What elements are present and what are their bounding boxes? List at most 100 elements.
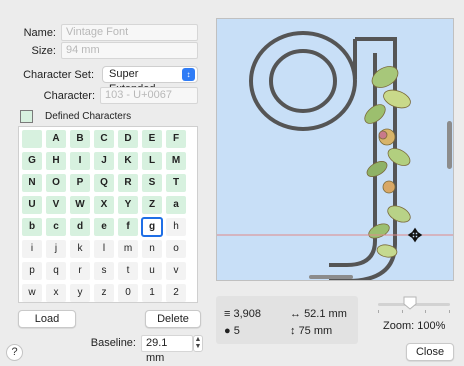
character-cell[interactable]: t [118,262,138,280]
baseline-stepper[interactable]: ▲ ▼ [193,335,203,352]
character-cell[interactable]: Z [142,196,162,214]
canvas-hscroll [309,275,353,279]
size-field[interactable]: 94 mm [61,42,198,59]
character-cell[interactable]: 1 [142,284,162,302]
character-cell[interactable]: e [94,218,114,236]
character-cell[interactable]: y [70,284,90,302]
stitch-count: 3,908 [233,308,262,320]
character-cell[interactable]: r [70,262,90,280]
character-cell[interactable]: c [46,218,66,236]
character-cell[interactable]: I [70,152,90,170]
character-cell[interactable]: D [118,130,138,148]
stats-panel: ≡ 3,908 ↔ 52.1 mm ● 5 ↕ 75 mm [216,296,358,344]
character-cell[interactable]: X [94,196,114,214]
character-cell[interactable]: x [46,284,66,302]
delete-button[interactable]: Delete [145,310,201,328]
character-cell[interactable]: M [166,152,186,170]
character-cell[interactable]: C [94,130,114,148]
leaf-decoration [364,66,411,258]
character-cell[interactable]: w [22,284,42,302]
character-label: Character: [43,90,95,102]
size-label: Size: [31,45,56,57]
character-cell[interactable]: J [94,152,114,170]
glyph-preview [217,31,453,280]
character-cell[interactable]: E [142,130,162,148]
help-button[interactable]: ? [6,344,23,361]
character-cell[interactable]: K [118,152,138,170]
name-label: Name: [23,27,56,39]
character-cell[interactable]: b [22,218,42,236]
character-cell[interactable]: a [166,196,186,214]
character-grid[interactable]: ABCDEF GHIJKLM NOPQRST UVWXYZa bcdefgh ijklmn… [18,126,198,303]
character-cell[interactable]: H [46,152,66,170]
character-cell[interactable]: T [166,174,186,192]
stitch-count-stat: ≡ 3,908 [224,308,261,320]
chevron-updown-icon: ↕ [182,68,195,81]
character-cell[interactable]: v [166,262,186,280]
zoom-ticks [378,310,450,314]
character-cell[interactable]: s [94,262,114,280]
character-cell[interactable]: V [46,196,66,214]
zoom-label: Zoom: 100% [383,320,446,332]
character-cell[interactable]: i [22,240,42,258]
glyph-g-outline [249,31,397,280]
character-cell[interactable]: n [142,240,162,258]
name-field[interactable]: Vintage Font [61,24,198,41]
width-arrow-icon: ↔ [290,308,301,320]
character-cell[interactable]: d [70,218,90,236]
character-cell[interactable]: G [22,152,42,170]
character-cell[interactable]: u [142,262,162,280]
grid-scrollbar[interactable] [189,127,197,302]
palette-icon: ● [224,325,231,337]
defined-swatch [20,110,33,123]
width-stat: ↔ 52.1 mm [290,308,347,320]
character-grid-cells: ABCDEF GHIJKLM NOPQRST UVWXYZa bcdefgh ijklmn… [19,130,186,302]
canvas-vscroll [447,121,452,169]
character-field[interactable]: 103 - U+0067 [100,87,198,104]
height-arrow-icon: ↕ [290,325,296,337]
baseline-field[interactable]: 29.1 mm [141,335,193,364]
load-button[interactable]: Load [18,310,76,328]
character-cell[interactable]: S [142,174,162,192]
character-cell[interactable]: 0 [118,284,138,302]
height-stat: ↕ 75 mm [290,325,332,337]
character-cell[interactable]: q [46,262,66,280]
defined-characters-label: Defined Characters [45,111,132,122]
character-cell[interactable]: Q [94,174,114,192]
character-cell[interactable]: B [70,130,90,148]
character-set-popup[interactable]: Super Extended ↕ [102,66,198,95]
preview-canvas[interactable] [216,18,454,281]
character-cell[interactable] [22,130,42,148]
character-cell[interactable]: Y [118,196,138,214]
character-cell[interactable]: f [118,218,138,236]
character-cell[interactable]: L [142,152,162,170]
character-cell[interactable]: h [166,218,186,236]
character-set-label: Character Set: [23,69,94,81]
move-cursor-icon [407,227,423,243]
character-cell[interactable]: O [46,174,66,192]
slider-thumb-icon [403,296,417,310]
character-cell[interactable]: P [70,174,90,192]
stitches-icon: ≡ [224,308,231,320]
character-cell[interactable]: 2 [166,284,186,302]
character-cell[interactable]: j [46,240,66,258]
character-cell[interactable]: U [22,196,42,214]
close-button[interactable]: Close [406,343,454,361]
character-cell[interactable]: k [70,240,90,258]
character-cell[interactable]: l [94,240,114,258]
character-cell[interactable]: F [166,130,186,148]
character-cell[interactable]: W [70,196,90,214]
baseline-label: Baseline: [90,337,136,349]
character-cell[interactable]: A [46,130,66,148]
character-cell[interactable]: g [141,217,163,237]
zoom-slider[interactable] [374,294,454,314]
character-cell[interactable]: p [22,262,42,280]
character-cell[interactable]: R [118,174,138,192]
character-cell[interactable]: N [22,174,42,192]
character-cell[interactable]: o [166,240,186,258]
width-value: 52.1 mm [304,308,347,320]
character-cell[interactable]: m [118,240,138,258]
color-count: 5 [233,325,240,337]
character-cell[interactable]: z [94,284,114,302]
zoom-slider-thumb[interactable] [403,296,417,310]
